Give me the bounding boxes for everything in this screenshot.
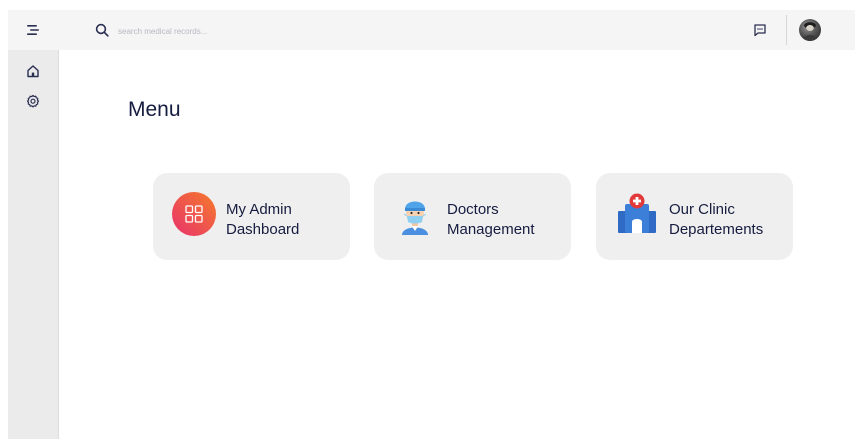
- admin-dashboard-label: My Admin Dashboard: [226, 200, 346, 240]
- top-bar: [8, 10, 855, 50]
- user-avatar[interactable]: [799, 19, 821, 41]
- app-frame: Menu My Admin Dashboard: [8, 10, 855, 439]
- card-label-line: Management: [447, 221, 535, 238]
- card-label-line: Our Clinic: [669, 201, 735, 218]
- card-label-line: Departements: [669, 221, 764, 238]
- card-label-line: My Admin: [226, 201, 292, 218]
- sidebar: [8, 50, 59, 439]
- gear-icon[interactable]: [24, 92, 42, 110]
- header-divider: [786, 15, 787, 45]
- card-label-line: Dashboard: [226, 221, 300, 238]
- admin-dashboard-card[interactable]: My Admin Dashboard: [153, 173, 350, 260]
- page-title: Menu: [128, 98, 181, 121]
- menu-toggle-icon[interactable]: [24, 21, 42, 39]
- doctors-management-label: Doctors Management: [447, 200, 567, 240]
- card-label-line: Doctors: [447, 201, 499, 218]
- chat-bubble-icon[interactable]: [752, 22, 768, 38]
- doctors-management-card[interactable]: Doctors Management: [374, 173, 571, 260]
- hospital-icon: [614, 191, 660, 237]
- clinic-departments-label: Our Clinic Departements: [669, 200, 789, 240]
- clinic-departments-card[interactable]: Our Clinic Departements: [596, 173, 793, 260]
- doctor-icon: [392, 191, 438, 237]
- home-icon[interactable]: [24, 62, 42, 80]
- dashboard-grid-icon: [171, 191, 217, 237]
- search-input[interactable]: [116, 22, 420, 40]
- search-icon[interactable]: [94, 22, 110, 38]
